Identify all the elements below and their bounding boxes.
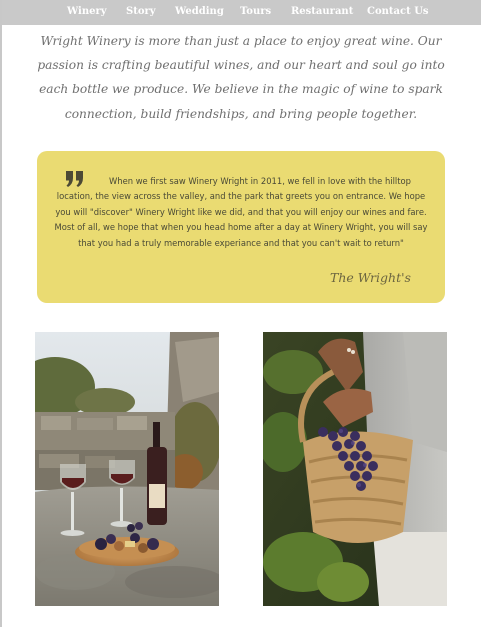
testimonial-quote: When we first saw Winery Wright in 2011,…	[54, 176, 428, 248]
nav-item-tours[interactable]: Tours	[240, 6, 271, 17]
testimonial-signature: The Wright's	[330, 270, 411, 285]
nav-item-winery[interactable]: Winery	[67, 6, 107, 17]
top-navigation: Winery Story Wedding Tours Restaurant Co…	[2, 0, 481, 25]
nav-item-contact-us[interactable]: Contact Us	[367, 6, 429, 17]
page-left-border	[0, 0, 2, 627]
grape-harvest-photo	[263, 332, 447, 606]
nav-item-story[interactable]: Story	[126, 6, 156, 17]
nav-item-wedding[interactable]: Wedding	[175, 6, 224, 17]
intro-paragraph: Wright Winery is more than just a place …	[37, 34, 445, 121]
wine-picnic-photo	[35, 332, 219, 606]
nav-item-restaurant[interactable]: Restaurant	[291, 6, 353, 17]
